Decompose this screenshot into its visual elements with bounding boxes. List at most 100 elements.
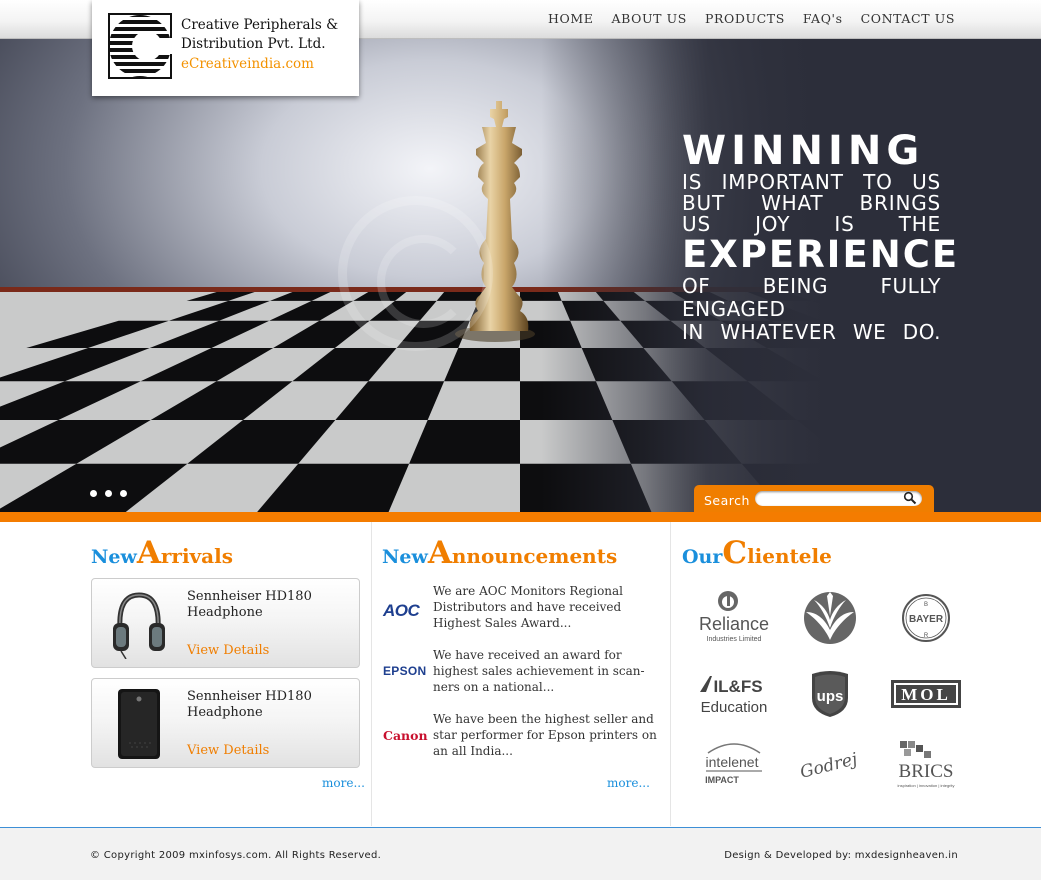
- slider-dots: [90, 490, 127, 497]
- brics-sub: inspiration | innovation | integrity: [898, 783, 955, 788]
- announcement-text: We have received an award for highest sa…: [433, 648, 645, 694]
- view-details-link[interactable]: View Details: [187, 643, 269, 658]
- announcement-text: We have been the highest seller and star…: [433, 712, 657, 758]
- product-name: Sennheiser HD180 Headphone: [187, 689, 312, 720]
- slider-dot-3[interactable]: [120, 490, 127, 497]
- heading-rest: nnouncements: [451, 544, 618, 568]
- ups-logo[interactable]: ups: [785, 658, 875, 730]
- indian-oil-logo-icon: [804, 592, 856, 644]
- bayer-logo-icon: BAYER B R: [902, 594, 950, 642]
- company-name-line1: Creative Peripherals &: [181, 17, 339, 33]
- ilfs-logo-icon: IL&FS Education: [700, 676, 768, 716]
- godrej-name: Godrej: [798, 749, 860, 783]
- heading-rest: rrivals: [160, 544, 233, 568]
- epson-logo: EPSON: [383, 664, 427, 678]
- mol-name: MOL: [901, 685, 951, 704]
- svg-text:B: B: [924, 602, 928, 608]
- hero-slogan: WINNING IS IMPORTANT TO US BUT WHAT BRIN…: [682, 128, 960, 344]
- intelenet-logo-icon: intelenet IMPACT: [705, 743, 762, 785]
- slogan-line-5: EXPERIENCE: [682, 233, 960, 276]
- reliance-logo[interactable]: Reliance Industries Limited: [689, 578, 779, 658]
- slogan-line-1: WINNING: [682, 128, 925, 174]
- ilfs-name: IL&FS: [713, 677, 762, 696]
- nav-products[interactable]: PRODUCTS: [705, 11, 785, 26]
- heading-initial: A: [136, 535, 161, 571]
- nav-faqs[interactable]: FAQ's: [803, 11, 843, 26]
- heading-initial: C: [722, 535, 748, 571]
- slogan-line-7: IN WHATEVER WE DO.: [682, 320, 941, 344]
- ilfs-logo[interactable]: IL&FS Education: [689, 658, 779, 730]
- clientele-heading: OurClientele: [682, 536, 832, 574]
- announcements-heading: NewAnnouncements: [382, 536, 617, 574]
- hard-drive-icon: [118, 689, 160, 759]
- hero-banner: WINNING IS IMPORTANT TO US BUT WHAT BRIN…: [0, 39, 1041, 512]
- mol-logo-icon: MOL: [891, 680, 961, 708]
- announcement-text: We are AOC Monitors Regional Distributor…: [433, 584, 624, 630]
- nav-about-us[interactable]: ABOUT US: [612, 11, 687, 26]
- clientele-section: OurClientele Reliance Industries Limited: [672, 522, 1041, 826]
- search-icon[interactable]: [903, 491, 917, 505]
- intelenet-name: intelenet: [706, 754, 759, 770]
- search-panel: Search: [694, 485, 934, 512]
- product-name: Sennheiser HD180 Headphone: [187, 589, 312, 620]
- heading-word: New: [382, 546, 428, 568]
- accent-bar: [0, 512, 1041, 522]
- aoc-logo: AOC: [383, 601, 420, 620]
- design-credit-link[interactable]: Design & Developed by: mxdesignheaven.in: [724, 850, 958, 861]
- slogan-line-6: OF BEING FULLY ENGAGED: [682, 274, 941, 321]
- company-name-line2: Distribution Pvt. Ltd.: [181, 36, 326, 52]
- logo-box[interactable]: Creative Peripherals & Distribution Pvt.…: [92, 0, 359, 96]
- announcements-section: NewAnnouncements AOC We are AOC Monitors…: [371, 522, 671, 826]
- footer: © Copyright 2009 mxinfosys.com. All Righ…: [0, 827, 1041, 880]
- slogan-line-3: BUT WHAT BRINGS: [682, 191, 941, 215]
- brics-logo-icon: BRICS inspiration | innovation | integri…: [898, 741, 955, 788]
- search-input[interactable]: [755, 491, 922, 506]
- product-card[interactable]: Sennheiser HD180 Headphone View Details: [91, 678, 360, 768]
- slider-dot-1[interactable]: [90, 490, 97, 497]
- company-website[interactable]: eCreativeindia.com: [181, 54, 338, 75]
- reliance-logo-icon: Reliance Industries Limited: [699, 591, 769, 643]
- new-arrivals-heading: NewArrivals: [91, 536, 233, 574]
- logo-text: Creative Peripherals & Distribution Pvt.…: [181, 16, 338, 75]
- announcement-item[interactable]: AOC We are AOC Monitors Regional Distrib…: [383, 583, 653, 631]
- announcement-item[interactable]: Canon We have been the highest seller an…: [383, 711, 657, 759]
- arrivals-more-link[interactable]: more...: [322, 776, 365, 790]
- main-nav: HOME ABOUT US PRODUCTS FAQ's CONTACT US: [548, 11, 955, 26]
- nav-contact-us[interactable]: CONTACT US: [861, 11, 955, 26]
- intelenet-logo[interactable]: intelenet IMPACT: [689, 730, 779, 800]
- canon-logo: Canon: [383, 728, 428, 743]
- nav-home[interactable]: HOME: [548, 11, 593, 26]
- ups-logo-icon: ups: [812, 671, 848, 717]
- new-arrivals-section: NewArrivals Sennheiser HD180 Headphone V…: [0, 522, 370, 826]
- search-label: Search: [704, 493, 750, 508]
- slogan-line-2: IS IMPORTANT TO US: [682, 170, 941, 194]
- godrej-logo[interactable]: Godrej: [785, 730, 875, 800]
- view-details-link[interactable]: View Details: [187, 743, 269, 758]
- reliance-name: Reliance: [699, 614, 769, 634]
- announcements-more-link[interactable]: more...: [607, 776, 650, 790]
- bayer-logo[interactable]: BAYER B R: [881, 578, 971, 658]
- headphone-icon: [113, 592, 165, 659]
- copyright-watermark-icon: [338, 196, 493, 351]
- company-logo-icon: [107, 12, 173, 80]
- intelenet-sub: IMPACT: [705, 775, 739, 785]
- client-logo-grid: Reliance Industries Limited BAYER B R IL…: [689, 578, 971, 800]
- announcement-item[interactable]: EPSON We have received an award for high…: [383, 647, 653, 695]
- godrej-logo-icon: Godrej: [798, 749, 860, 783]
- brics-logo[interactable]: BRICS inspiration | innovation | integri…: [881, 730, 971, 800]
- mol-logo[interactable]: MOL: [881, 658, 971, 730]
- indian-oil-logo[interactable]: [785, 578, 875, 658]
- svg-text:R: R: [924, 633, 929, 639]
- heading-rest: lientele: [747, 544, 832, 568]
- heading-word: New: [91, 546, 137, 568]
- slogan-line-4: US JOY IS THE: [682, 212, 941, 236]
- heading-initial: A: [427, 535, 452, 571]
- ilfs-sub: Education: [701, 699, 768, 716]
- slider-dot-2[interactable]: [105, 490, 112, 497]
- heading-word: Our: [682, 546, 723, 568]
- bayer-name: BAYER: [909, 614, 944, 625]
- reliance-sub: Industries Limited: [707, 636, 762, 643]
- copyright-text: © Copyright 2009 mxinfosys.com. All Righ…: [90, 850, 382, 861]
- product-card[interactable]: Sennheiser HD180 Headphone View Details: [91, 578, 360, 668]
- ups-name: ups: [817, 688, 844, 705]
